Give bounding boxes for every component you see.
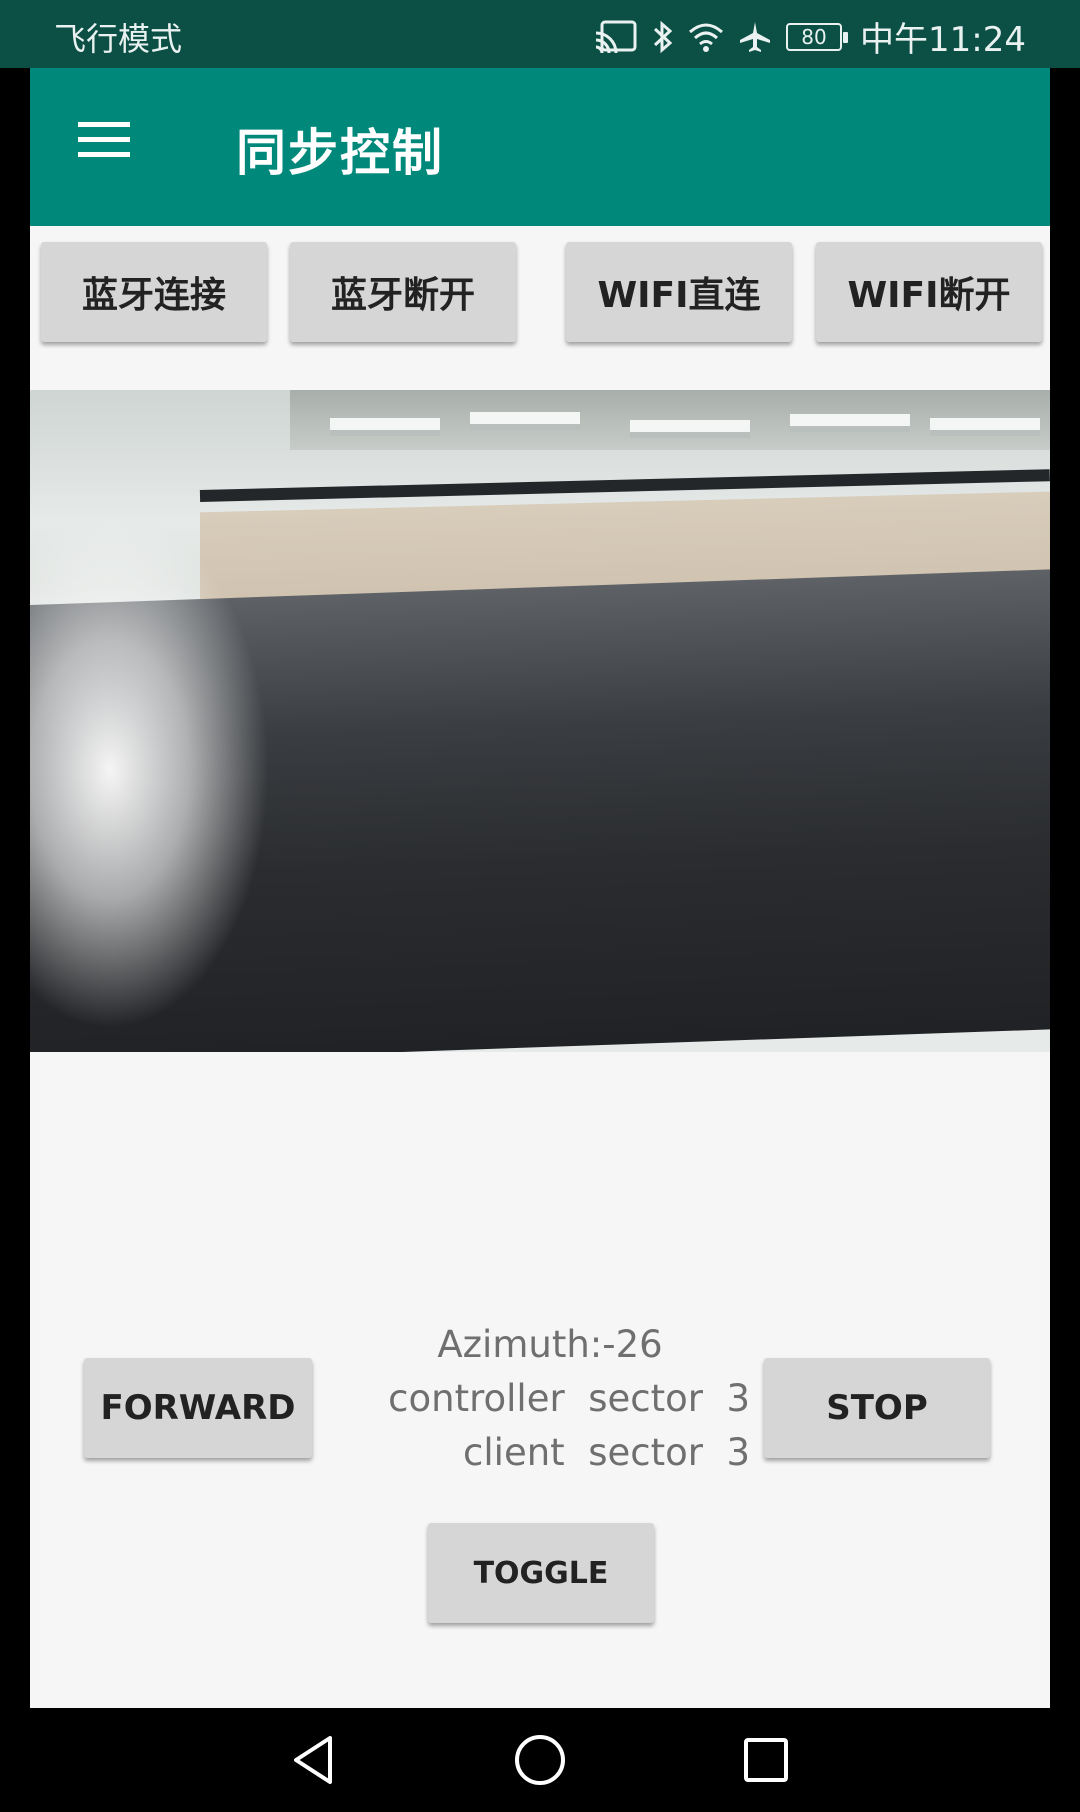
sensor-readout: Azimuth:-26 controller sector 3 client s… bbox=[320, 1318, 750, 1480]
stop-button[interactable]: STOP bbox=[764, 1358, 990, 1458]
cast-icon bbox=[594, 19, 638, 55]
toggle-button[interactable]: TOGGLE bbox=[428, 1523, 654, 1623]
app-toolbar: 同步控制 bbox=[30, 68, 1050, 226]
controller-sector-text: controller sector 3 bbox=[388, 1377, 750, 1420]
hamburger-menu-icon[interactable] bbox=[70, 116, 132, 166]
bluetooth-disconnect-button[interactable]: 蓝牙断开 bbox=[290, 242, 516, 342]
recents-square-icon[interactable] bbox=[738, 1732, 794, 1788]
status-bar: 飞行模式 80 中午11:24 bbox=[0, 0, 1080, 68]
wifi-icon bbox=[688, 21, 724, 53]
airplane-icon bbox=[738, 20, 772, 54]
client-sector-text: client sector 3 bbox=[463, 1431, 750, 1474]
camera-preview bbox=[30, 390, 1050, 1052]
app-window: 同步控制 蓝牙连接 蓝牙断开 WIFI直连 WIFI断开 Azimuth:-26… bbox=[30, 68, 1050, 1708]
home-circle-icon[interactable] bbox=[512, 1732, 568, 1788]
status-icons: 80 中午11:24 bbox=[594, 12, 1026, 61]
azimuth-text: Azimuth:-26 bbox=[437, 1323, 663, 1366]
airplane-mode-label: 飞行模式 bbox=[54, 20, 183, 58]
wifi-disconnect-button[interactable]: WIFI断开 bbox=[816, 242, 1042, 342]
back-triangle-icon[interactable] bbox=[286, 1732, 342, 1788]
forward-button[interactable]: FORWARD bbox=[84, 1358, 312, 1458]
wifi-direct-button[interactable]: WIFI直连 bbox=[566, 242, 792, 342]
clock: 中午11:24 bbox=[860, 20, 1026, 60]
battery-level: 80 bbox=[801, 24, 827, 49]
page-title: 同步控制 bbox=[236, 124, 444, 182]
battery-icon: 80 bbox=[786, 22, 849, 51]
bluetooth-icon bbox=[652, 19, 674, 55]
system-nav-bar bbox=[0, 1708, 1080, 1812]
bluetooth-connect-button[interactable]: 蓝牙连接 bbox=[41, 242, 267, 342]
